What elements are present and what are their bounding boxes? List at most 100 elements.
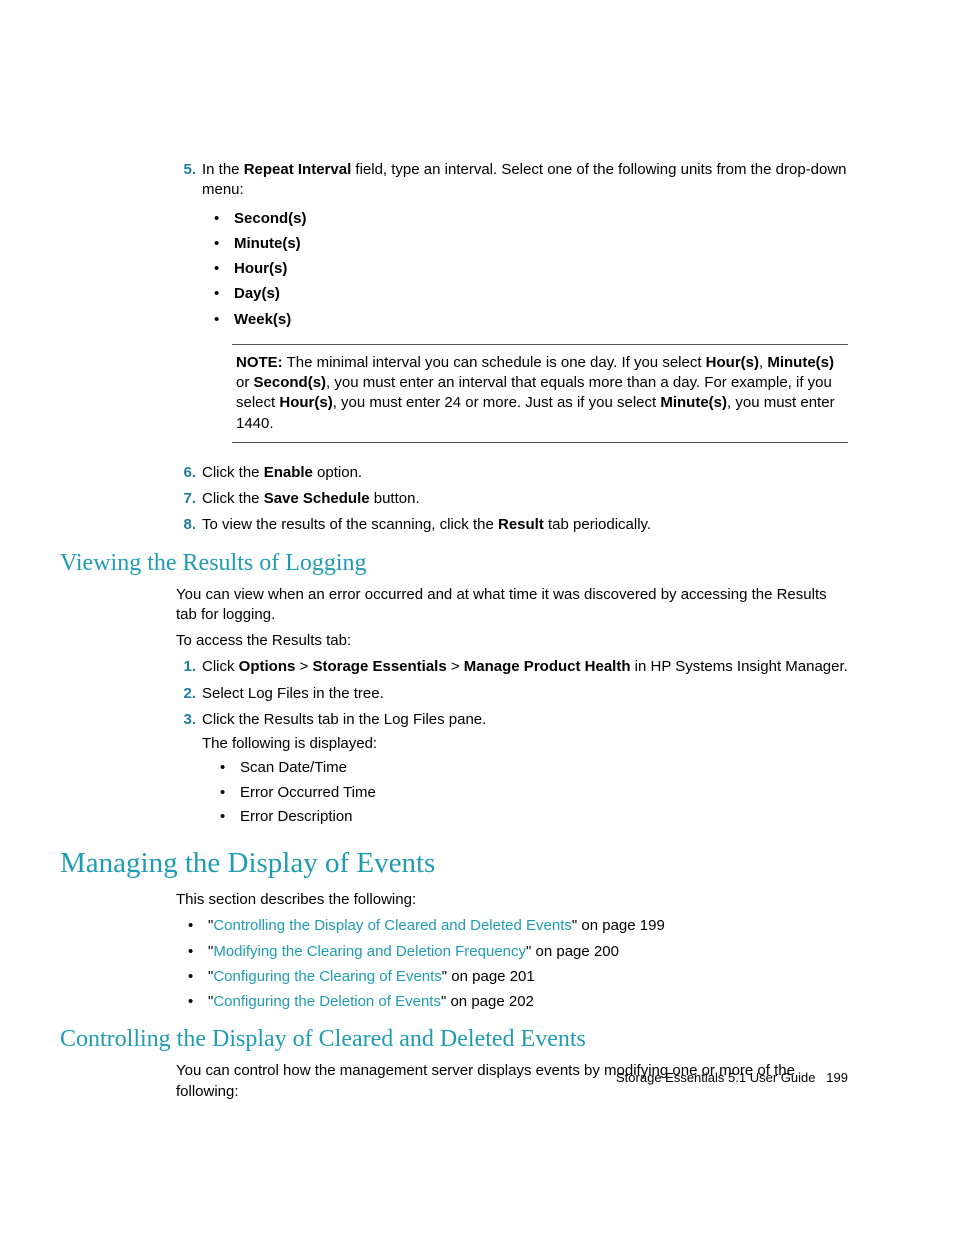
field-label: Error Description <box>240 807 353 827</box>
text: Second(s) <box>254 374 327 391</box>
text: Hour(s) <box>706 354 759 371</box>
text: Click the <box>202 490 264 507</box>
text: on page <box>531 943 594 960</box>
text: Minute(s) <box>767 354 834 371</box>
page-ref: 200 <box>594 943 619 960</box>
step-6: 6. Click the Enable option. <box>176 463 848 483</box>
field-label: Error Occurred Time <box>240 783 376 803</box>
page-number: 199 <box>826 1070 848 1085</box>
list-item: • Hour(s) <box>202 259 848 279</box>
ordered-list: 1. Click Options > Storage Essentials > … <box>176 657 848 831</box>
unit-label: Day(s) <box>234 284 280 304</box>
list-number: 5. <box>176 160 196 457</box>
list-item: •"Controlling the Display of Cleared and… <box>176 916 848 936</box>
section-body: This section describes the following: •"… <box>176 890 848 1012</box>
option-name: Enable <box>264 464 313 481</box>
list-number: 6. <box>176 463 196 483</box>
text: > <box>447 658 464 675</box>
text: in HP Systems Insight Manager. <box>631 658 848 675</box>
text: > <box>295 658 312 675</box>
text: on page <box>577 917 640 934</box>
text: Click the <box>202 464 264 481</box>
page-ref: 201 <box>510 968 535 985</box>
bullet-icon: • <box>188 916 202 936</box>
page-footer: Storage Essentials 5.1 User Guide 199 <box>616 1070 848 1085</box>
text: The following is displayed: <box>202 734 848 754</box>
bullet-icon: • <box>188 942 202 962</box>
text: Select Log Files in the tree. <box>202 684 848 704</box>
text: , you must enter 24 or more. Just as if … <box>333 394 661 411</box>
text: The minimal interval you can schedule is… <box>283 354 706 371</box>
section-heading-managing-events: Managing the Display of Events <box>60 847 848 880</box>
document-page: 5. In the Repeat Interval field, type an… <box>0 0 954 1235</box>
text: Click <box>202 658 239 675</box>
text: In the <box>202 161 244 178</box>
menu-item: Manage Product Health <box>464 658 631 675</box>
step-3: 3. Click the Results tab in the Log File… <box>176 710 848 831</box>
step-8: 8. To view the results of the scanning, … <box>176 515 848 535</box>
note-label: NOTE: <box>236 354 283 371</box>
section-body: You can view when an error occurred and … <box>176 585 848 652</box>
text: button. <box>370 490 420 507</box>
list-number: 8. <box>176 515 196 535</box>
text: tab periodically. <box>544 516 651 533</box>
bullet-icon: • <box>214 310 228 330</box>
bullet-icon: • <box>220 783 234 803</box>
list-item: •Second(s) <box>202 209 848 229</box>
list-item: • Scan Date/Time <box>202 758 848 778</box>
list-item: •"Configuring the Deletion of Events" on… <box>176 992 848 1012</box>
cross-reference-link[interactable]: Configuring the Deletion of Events <box>213 993 441 1010</box>
list-number: 1. <box>176 657 196 677</box>
cross-reference-link[interactable]: Controlling the Display of Cleared and D… <box>213 917 572 934</box>
unit-label: Week(s) <box>234 310 291 330</box>
step-1: 1. Click Options > Storage Essentials > … <box>176 657 848 677</box>
tab-name: Result <box>498 516 544 533</box>
list-number: 2. <box>176 684 196 704</box>
button-name: Save Schedule <box>264 490 370 507</box>
displayed-fields-list: • Scan Date/Time • Error Occurred Time • Er… <box>202 758 848 827</box>
step-7: 7. Click the Save Schedule button. <box>176 489 848 509</box>
text: on page <box>447 968 510 985</box>
text: option. <box>313 464 362 481</box>
section-heading-controlling-display: Controlling the Display of Cleared and D… <box>60 1026 848 1053</box>
bullet-icon: • <box>188 992 202 1012</box>
step-2: 2. Select Log Files in the tree. <box>176 684 848 704</box>
document-title: Storage Essentials 5.1 User Guide <box>616 1070 815 1085</box>
cross-reference-link[interactable]: Configuring the Clearing of Events <box>213 968 441 985</box>
list-item: • Day(s) <box>202 284 848 304</box>
list-item: • Minute(s) <box>202 234 848 254</box>
page-ref: 199 <box>640 917 665 934</box>
paragraph: To access the Results tab: <box>176 631 848 651</box>
paragraph: This section describes the following: <box>176 890 848 910</box>
text: To view the results of the scanning, cli… <box>202 516 498 533</box>
link-list: •"Controlling the Display of Cleared and… <box>176 916 848 1012</box>
page-ref: 202 <box>509 993 534 1010</box>
unit-label: Minute(s) <box>234 234 301 254</box>
ordered-list-continuation: 5. In the Repeat Interval field, type an… <box>176 160 848 536</box>
text: Click the Results tab in the Log Files p… <box>202 710 848 730</box>
bullet-icon: • <box>214 284 228 304</box>
list-number: 7. <box>176 489 196 509</box>
step-5: 5. In the Repeat Interval field, type an… <box>176 160 848 457</box>
unit-label: Hour(s) <box>234 259 287 279</box>
text: or <box>236 374 254 391</box>
cross-reference-link[interactable]: Modifying the Clearing and Deletion Freq… <box>213 943 526 960</box>
bullet-icon: • <box>214 234 228 254</box>
field-label: Scan Date/Time <box>240 758 347 778</box>
list-item: •"Modifying the Clearing and Deletion Fr… <box>176 942 848 962</box>
list-number: 3. <box>176 710 196 831</box>
bullet-icon: • <box>220 807 234 827</box>
list-item: • Error Description <box>202 807 848 827</box>
bullet-icon: • <box>220 758 234 778</box>
note-callout: NOTE: The minimal interval you can sched… <box>232 344 848 443</box>
list-item: • Error Occurred Time <box>202 783 848 803</box>
text: Minute(s) <box>660 394 727 411</box>
section-heading-viewing-results: Viewing the Results of Logging <box>60 550 848 577</box>
bullet-icon: • <box>214 259 228 279</box>
unit-label: Second(s) <box>234 209 307 229</box>
field-name: Repeat Interval <box>244 161 352 178</box>
paragraph: You can view when an error occurred and … <box>176 585 848 626</box>
list-item: •"Configuring the Clearing of Events" on… <box>176 967 848 987</box>
unit-list: •Second(s) •Minute(s) •Hour(s) •Day(s) •… <box>202 209 848 330</box>
list-item: • Week(s) <box>202 310 848 330</box>
